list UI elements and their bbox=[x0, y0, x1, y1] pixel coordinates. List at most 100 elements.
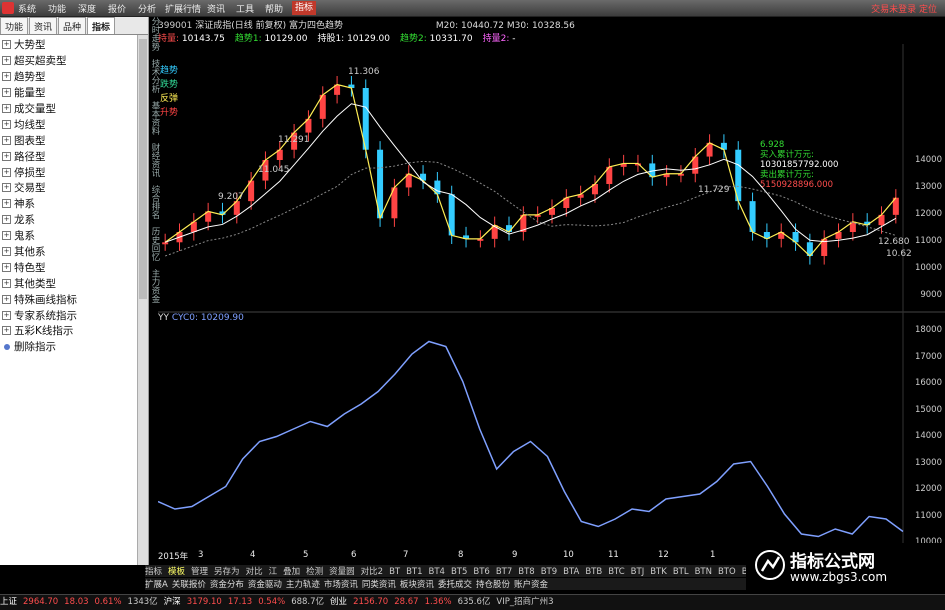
indicator-tab[interactable]: BT bbox=[389, 567, 400, 577]
extension-tab[interactable]: 账户资金 bbox=[514, 580, 548, 590]
indicator-tab[interactable]: BT6 bbox=[473, 567, 489, 577]
scrollbar-thumb[interactable] bbox=[139, 39, 147, 299]
expand-icon[interactable]: + bbox=[2, 262, 11, 272]
expand-icon[interactable]: + bbox=[2, 199, 11, 209]
tree-item[interactable]: + 趋势型 bbox=[0, 69, 148, 85]
indicator-tab[interactable]: BT7 bbox=[496, 567, 512, 577]
tree-item[interactable]: + 图表型 bbox=[0, 132, 148, 148]
extension-tab[interactable]: 持仓股份 bbox=[476, 580, 510, 590]
tree-item[interactable]: + 其他系 bbox=[0, 244, 148, 260]
tab-indicator[interactable]: 指标 bbox=[87, 17, 116, 34]
tree-item[interactable]: + 五彩K线指示 bbox=[0, 323, 148, 339]
tree-item-label: 停损型 bbox=[14, 166, 46, 179]
tab-news[interactable]: 资讯 bbox=[29, 17, 58, 34]
indicator-tab[interactable]: 另存为 bbox=[214, 567, 240, 577]
tree-item[interactable]: + 成交量型 bbox=[0, 101, 148, 117]
expand-icon[interactable]: + bbox=[2, 151, 11, 161]
expand-icon[interactable]: + bbox=[2, 215, 11, 225]
extension-tab[interactable]: 关联报价 bbox=[172, 580, 206, 590]
expand-icon[interactable]: + bbox=[2, 231, 11, 241]
indicator-tab[interactable]: BTB bbox=[585, 567, 602, 577]
menu-extended[interactable]: 扩展行情 bbox=[165, 2, 201, 15]
indicator-tab[interactable]: BT4 bbox=[429, 567, 445, 577]
menu-function[interactable]: 功能 bbox=[48, 2, 66, 15]
expand-icon[interactable]: + bbox=[2, 135, 11, 145]
menu-bar: 系统 功能 深度 报价 分析 扩展行情 资讯 工具 帮助 指标 交易未登录 定位 bbox=[0, 0, 945, 17]
indicator-tab[interactable]: BTA bbox=[563, 567, 579, 577]
panel-scrollbar[interactable] bbox=[137, 35, 148, 565]
tree-item[interactable]: + 龙系 bbox=[0, 212, 148, 228]
indicator-tab[interactable]: BT8 bbox=[518, 567, 534, 577]
tree-item-label: 大势型 bbox=[14, 39, 46, 52]
tree-item-delete[interactable]: 删除指示 bbox=[0, 339, 148, 355]
tree-item[interactable]: + 鬼系 bbox=[0, 228, 148, 244]
indicator-tab[interactable]: 叠加 bbox=[283, 567, 300, 577]
expand-icon[interactable]: + bbox=[2, 183, 11, 193]
indicator-tab[interactable]: BTL bbox=[673, 567, 689, 577]
extension-tab[interactable]: 资金驱动 bbox=[248, 580, 282, 590]
expand-icon[interactable]: + bbox=[2, 278, 11, 288]
tree-item[interactable]: + 特色型 bbox=[0, 259, 148, 275]
price-chart[interactable]: 11.306 11.291 11.045 9.207 11.729 12.680 10.62 bbox=[158, 44, 945, 550]
tree-item[interactable]: + 超买超卖型 bbox=[0, 53, 148, 69]
expand-icon[interactable]: + bbox=[2, 40, 11, 50]
menu-help[interactable]: 帮助 bbox=[265, 2, 283, 15]
status-item: 1.36% bbox=[424, 597, 452, 607]
extension-tab[interactable]: 扩展A bbox=[145, 580, 168, 590]
expand-icon[interactable]: + bbox=[2, 294, 11, 304]
tree-item[interactable]: + 特殊画线指标 bbox=[0, 291, 148, 307]
indicator-tab[interactable]: BTN bbox=[695, 567, 712, 577]
tree-item-label: 成交量型 bbox=[14, 103, 56, 115]
indicator-tab[interactable]: BT1 bbox=[406, 567, 422, 577]
menu-depth[interactable]: 深度 bbox=[78, 2, 96, 15]
login-status[interactable]: 交易未登录 定位 bbox=[871, 2, 937, 15]
expand-icon[interactable]: + bbox=[2, 72, 11, 82]
extension-tab[interactable]: 板块资讯 bbox=[400, 580, 434, 590]
menu-indicator[interactable]: 指标 bbox=[292, 1, 317, 15]
tree-item[interactable]: + 路径型 bbox=[0, 148, 148, 164]
expand-icon[interactable]: + bbox=[2, 104, 11, 113]
menu-quote[interactable]: 报价 bbox=[108, 2, 126, 15]
indicator-tab[interactable]: BTC bbox=[608, 567, 624, 577]
indicator-tab[interactable]: BT9 bbox=[541, 567, 557, 577]
menu-analysis[interactable]: 分析 bbox=[138, 2, 156, 15]
indicator-tab[interactable]: 对比 bbox=[246, 567, 263, 577]
expand-icon[interactable]: + bbox=[2, 88, 11, 98]
menu-news[interactable]: 资讯 bbox=[207, 2, 225, 15]
tree-item[interactable]: + 停损型 bbox=[0, 164, 148, 180]
tree-item[interactable]: + 专家系统指示 bbox=[0, 307, 148, 323]
menu-tools[interactable]: 工具 bbox=[236, 2, 254, 15]
tree-item[interactable]: + 神系 bbox=[0, 196, 148, 212]
tree-item[interactable]: + 均线型 bbox=[0, 116, 148, 132]
expand-icon[interactable]: + bbox=[2, 326, 11, 336]
indicator-tab[interactable]: 资量圆 bbox=[329, 567, 355, 577]
tree-item[interactable]: + 交易型 bbox=[0, 180, 148, 196]
indicator-tab[interactable]: BTJ bbox=[631, 567, 645, 577]
indicator-tab[interactable]: 指标 bbox=[145, 567, 162, 577]
expand-icon[interactable]: + bbox=[2, 119, 11, 129]
app-logo-icon bbox=[2, 2, 14, 14]
indicator-tab[interactable]: 模板 bbox=[168, 567, 185, 577]
expand-icon[interactable]: + bbox=[2, 167, 11, 177]
tree-item[interactable]: + 大势型 bbox=[0, 37, 148, 53]
tab-function[interactable]: 功能 bbox=[0, 17, 29, 34]
extension-tab[interactable]: 资金分布 bbox=[210, 580, 244, 590]
extension-tab[interactable]: 同类资讯 bbox=[362, 580, 396, 590]
expand-icon[interactable]: + bbox=[2, 310, 11, 320]
menu-system[interactable]: 系统 bbox=[18, 2, 36, 15]
tab-variety[interactable]: 品种 bbox=[58, 17, 87, 34]
indicator-tab[interactable]: BTO bbox=[718, 567, 736, 577]
indicator-tab[interactable]: 江 bbox=[269, 567, 278, 577]
indicator-tab[interactable]: 管理 bbox=[191, 567, 208, 577]
tree-item[interactable]: + 能量型 bbox=[0, 85, 148, 101]
indicator-tab[interactable]: 对比2 bbox=[361, 567, 383, 577]
expand-icon[interactable]: + bbox=[2, 247, 11, 257]
tree-item[interactable]: + 其他类型 bbox=[0, 275, 148, 291]
extension-tab[interactable]: 主力轨迹 bbox=[286, 580, 320, 590]
expand-icon[interactable]: + bbox=[2, 56, 11, 66]
extension-tab[interactable]: 市场资讯 bbox=[324, 580, 358, 590]
indicator-tab[interactable]: BTK bbox=[650, 567, 667, 577]
indicator-tab[interactable]: 检测 bbox=[306, 567, 323, 577]
indicator-tab[interactable]: BT5 bbox=[451, 567, 467, 577]
extension-tab[interactable]: 委托成交 bbox=[438, 580, 472, 590]
